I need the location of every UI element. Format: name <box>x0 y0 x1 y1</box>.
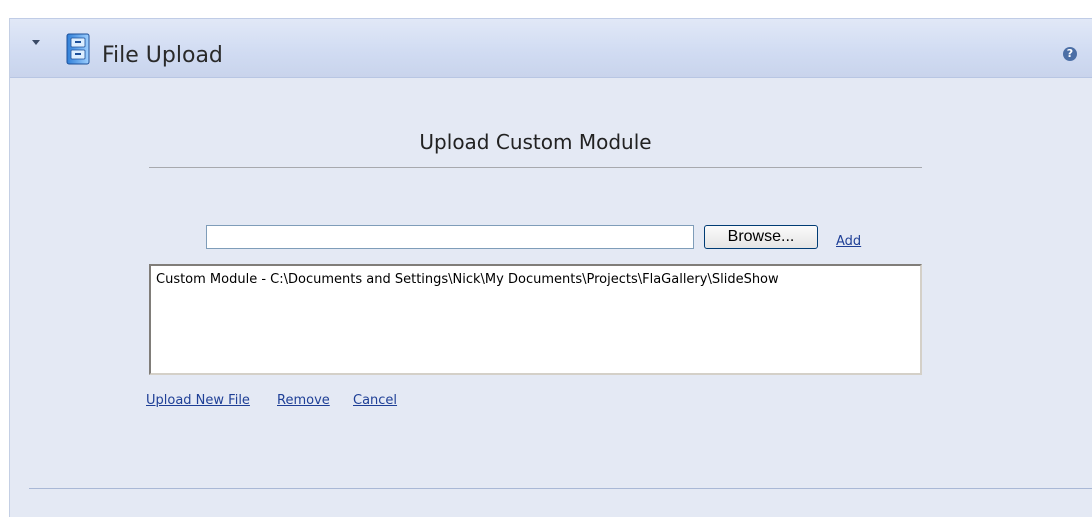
bottom-divider <box>29 488 1092 489</box>
add-link[interactable]: Add <box>836 234 861 249</box>
section-title: Upload Custom Module <box>419 130 652 154</box>
chevron-down-icon[interactable] <box>32 40 40 45</box>
file-upload-panel: File Upload ? Upload Custom Module Brows… <box>9 18 1092 517</box>
help-icon[interactable]: ? <box>1063 47 1077 61</box>
remove-link[interactable]: Remove <box>277 393 330 408</box>
panel-title: File Upload <box>102 43 223 68</box>
upload-new-file-link[interactable]: Upload New File <box>146 393 250 408</box>
page: File Upload ? Upload Custom Module Brows… <box>0 0 1092 517</box>
cancel-link[interactable]: Cancel <box>353 393 397 408</box>
browse-button[interactable]: Browse... <box>704 225 818 249</box>
section-divider <box>149 167 922 168</box>
file-list[interactable]: Custom Module - C:\Documents and Setting… <box>149 264 922 375</box>
file-list-item[interactable]: Custom Module - C:\Documents and Setting… <box>156 272 779 287</box>
panel-header: File Upload ? <box>10 18 1092 78</box>
file-path-input[interactable] <box>206 225 694 249</box>
file-cabinet-icon <box>66 33 90 65</box>
